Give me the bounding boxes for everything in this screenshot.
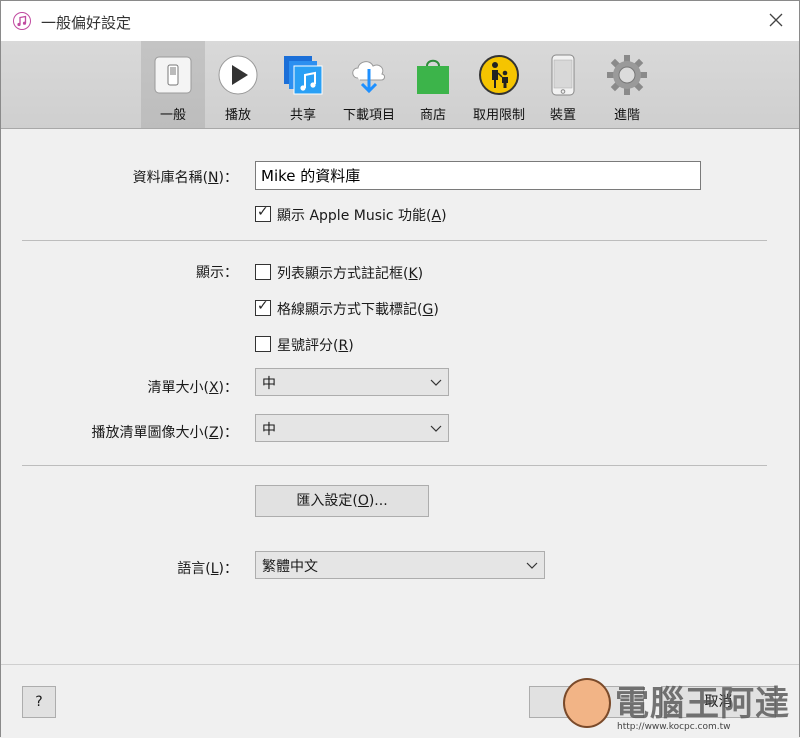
selected-value: 中 bbox=[262, 376, 276, 392]
library-name-input[interactable] bbox=[255, 161, 701, 190]
advanced-gear-icon bbox=[607, 55, 647, 95]
close-icon bbox=[769, 13, 783, 27]
checkbox-label: 星號評分(R) bbox=[277, 338, 354, 354]
device-phone-icon bbox=[551, 54, 575, 96]
tab-playback[interactable]: 播放 bbox=[207, 41, 269, 128]
tab-label: 下載項目 bbox=[342, 108, 395, 123]
label-text: )： bbox=[218, 170, 238, 186]
list-view-checkboxes-checkbox[interactable]: 列表顯示方式註記框(K) bbox=[255, 263, 475, 283]
general-switch-icon bbox=[154, 56, 192, 94]
ok-button[interactable]: 確定 bbox=[529, 686, 644, 718]
play-icon bbox=[218, 55, 258, 95]
chevron-down-icon bbox=[526, 562, 538, 569]
share-music-icon bbox=[284, 56, 323, 95]
chevron-down-icon bbox=[430, 379, 442, 386]
help-button[interactable]: ? bbox=[22, 686, 56, 718]
selected-value: 繁體中文 bbox=[262, 559, 318, 575]
tab-downloads[interactable]: 下載項目 bbox=[335, 41, 403, 128]
list-size-select[interactable]: 中 bbox=[255, 368, 449, 396]
window-title: 一般偏好設定 bbox=[41, 14, 132, 32]
display-label: 顯示： bbox=[196, 265, 238, 281]
divider bbox=[22, 465, 767, 466]
checkbox-box bbox=[255, 336, 271, 352]
checkbox-box: ✓ bbox=[255, 204, 271, 222]
title-bar: 一般偏好設定 bbox=[1, 1, 799, 41]
cancel-button[interactable]: 取消 bbox=[661, 686, 776, 718]
list-size-label: 清單大小(X)： bbox=[147, 380, 238, 396]
checkbox-box bbox=[255, 264, 271, 280]
import-settings-button[interactable]: 匯入設定(O)... bbox=[255, 485, 429, 517]
checkbox-label: 顯示 Apple Music 功能(A) bbox=[277, 208, 447, 224]
store-bag-icon bbox=[417, 59, 449, 94]
tab-store[interactable]: 商店 bbox=[403, 41, 463, 128]
checkmark-icon: ✓ bbox=[257, 298, 269, 314]
language-label: 語言(L)： bbox=[177, 561, 238, 577]
artwork-size-label: 播放清單圖像大小(Z)： bbox=[91, 425, 238, 441]
itunes-icon bbox=[13, 12, 31, 30]
access-key: N bbox=[208, 170, 219, 186]
tab-label: 商店 bbox=[419, 108, 446, 123]
tab-label: 取用限制 bbox=[472, 108, 525, 123]
checkbox-box: ✓ bbox=[255, 298, 271, 316]
checkbox-label: 格線顯示方式下載標記(G) bbox=[277, 302, 439, 318]
checkmark-icon: ✓ bbox=[257, 204, 269, 220]
library-name-label: 資料庫名稱(N)： bbox=[133, 167, 238, 187]
tab-label: 裝置 bbox=[549, 108, 576, 123]
tab-label: 共享 bbox=[289, 108, 316, 123]
parental-restrictions-icon bbox=[479, 55, 519, 95]
language-select[interactable]: 繁體中文 bbox=[255, 551, 545, 579]
tab-devices[interactable]: 裝置 bbox=[533, 41, 593, 128]
grid-view-download-badges-checkbox[interactable]: ✓ 格線顯示方式下載標記(G) bbox=[255, 298, 495, 319]
apple-music-checkbox[interactable]: ✓ 顯示 Apple Music 功能(A) bbox=[255, 204, 495, 225]
tab-advanced[interactable]: 進階 bbox=[595, 41, 659, 128]
tab-label: 進階 bbox=[613, 108, 640, 123]
preferences-window: 一般偏好設定 一般 播放 共享 下載項目 商店 取用限制 裝置 進階 資料庫名稱… bbox=[0, 0, 800, 737]
tab-restrictions[interactable]: 取用限制 bbox=[465, 41, 533, 128]
label-text: 資料庫名稱( bbox=[132, 170, 209, 186]
close-button[interactable] bbox=[761, 7, 791, 35]
tab-general[interactable]: 一般 bbox=[141, 41, 205, 128]
chevron-down-icon bbox=[430, 425, 442, 432]
artwork-size-select[interactable]: 中 bbox=[255, 414, 449, 442]
divider bbox=[22, 240, 767, 241]
preferences-toolbar: 一般 播放 共享 下載項目 商店 取用限制 裝置 進階 bbox=[1, 41, 799, 129]
tab-label: 一般 bbox=[159, 108, 186, 123]
tab-label: 播放 bbox=[224, 108, 251, 123]
selected-value: 中 bbox=[262, 422, 276, 438]
checkbox-label: 列表顯示方式註記框(K) bbox=[277, 266, 424, 282]
star-ratings-checkbox[interactable]: 星號評分(R) bbox=[255, 335, 395, 355]
tab-sharing[interactable]: 共享 bbox=[271, 41, 335, 128]
cloud-download-icon bbox=[352, 61, 385, 94]
